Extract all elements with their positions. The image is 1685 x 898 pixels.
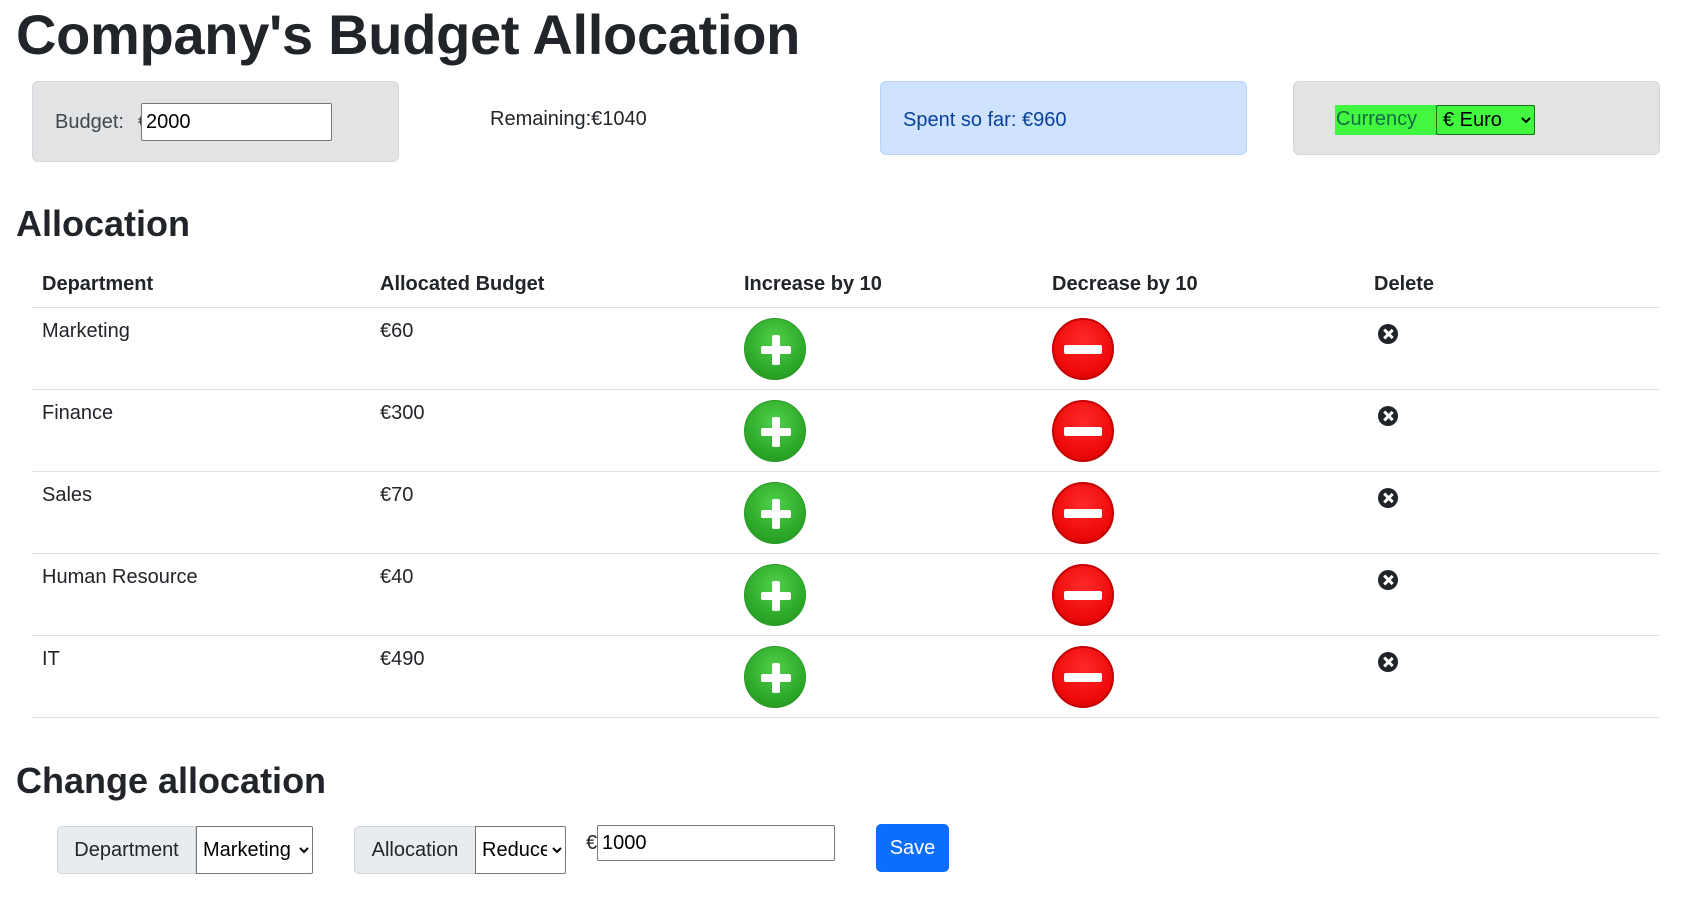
change-allocation-title: Change allocation bbox=[16, 760, 327, 801]
spent-card: Spent so far: €960 bbox=[880, 81, 1247, 155]
plus-circle-icon[interactable] bbox=[744, 481, 806, 544]
plus-circle-icon[interactable] bbox=[744, 399, 806, 462]
currency-label: Currency bbox=[1336, 108, 1418, 130]
header-decrease: Decrease by 10 bbox=[1042, 262, 1364, 308]
table-row: Sales €70 bbox=[32, 471, 1660, 554]
save-button[interactable]: Save bbox=[876, 824, 949, 872]
page-title: Company's Budget Allocation bbox=[16, 3, 801, 66]
budget-input[interactable] bbox=[141, 103, 332, 141]
department-label: Department bbox=[57, 826, 196, 874]
header-delete: Delete bbox=[1364, 262, 1660, 308]
header-department: Department bbox=[32, 262, 370, 308]
minus-circle-icon[interactable] bbox=[1052, 481, 1114, 544]
table-row: IT €490 bbox=[32, 635, 1660, 718]
plus-circle-icon[interactable] bbox=[744, 645, 806, 708]
remaining-text: Remaining:€1040 bbox=[490, 108, 647, 130]
allocated-budget: €300 bbox=[370, 389, 734, 472]
currency-card: Currency € Euro bbox=[1293, 81, 1660, 155]
currency-box: Currency € Euro bbox=[1335, 105, 1535, 135]
allocated-budget: €40 bbox=[370, 553, 734, 636]
department-name: IT bbox=[32, 635, 370, 718]
x-circle-icon[interactable] bbox=[1378, 487, 1398, 508]
allocation-label: Allocation bbox=[354, 826, 476, 874]
department-name: Human Resource bbox=[32, 553, 370, 636]
minus-circle-icon[interactable] bbox=[1052, 317, 1114, 380]
allocation-title: Allocation bbox=[16, 203, 191, 244]
plus-circle-icon[interactable] bbox=[744, 317, 806, 380]
x-circle-icon[interactable] bbox=[1378, 405, 1398, 426]
table-row: Human Resource €40 bbox=[32, 553, 1660, 636]
table-row: Marketing €60 bbox=[32, 307, 1660, 390]
minus-circle-icon[interactable] bbox=[1052, 399, 1114, 462]
allocated-budget: €60 bbox=[370, 307, 734, 390]
spent-text: Spent so far: €960 bbox=[903, 109, 1067, 131]
budget-label: Budget: bbox=[55, 111, 124, 133]
allocated-budget: €490 bbox=[370, 635, 734, 718]
department-name: Marketing bbox=[32, 307, 370, 390]
allocated-budget: €70 bbox=[370, 471, 734, 554]
table-row: Finance €300 bbox=[32, 389, 1660, 472]
amount-currency-symbol: € bbox=[586, 832, 598, 854]
x-circle-icon[interactable] bbox=[1378, 651, 1398, 672]
currency-select[interactable]: € Euro bbox=[1436, 105, 1535, 135]
minus-circle-icon[interactable] bbox=[1052, 563, 1114, 626]
x-circle-icon[interactable] bbox=[1378, 323, 1398, 344]
allocation-table: Department Allocated Budget Increase by … bbox=[32, 262, 1660, 718]
budget-card: Budget: € bbox=[32, 81, 399, 162]
header-allocated-budget: Allocated Budget bbox=[370, 262, 734, 308]
plus-circle-icon[interactable] bbox=[744, 563, 806, 626]
table-header-row: Department Allocated Budget Increase by … bbox=[32, 262, 1660, 308]
department-select[interactable]: Marketing bbox=[196, 826, 313, 874]
header-increase: Increase by 10 bbox=[734, 262, 1042, 308]
x-circle-icon[interactable] bbox=[1378, 569, 1398, 590]
department-name: Finance bbox=[32, 389, 370, 472]
allocation-type-select[interactable]: Reduce bbox=[475, 826, 566, 874]
minus-circle-icon[interactable] bbox=[1052, 645, 1114, 708]
department-name: Sales bbox=[32, 471, 370, 554]
amount-input[interactable] bbox=[597, 825, 835, 861]
